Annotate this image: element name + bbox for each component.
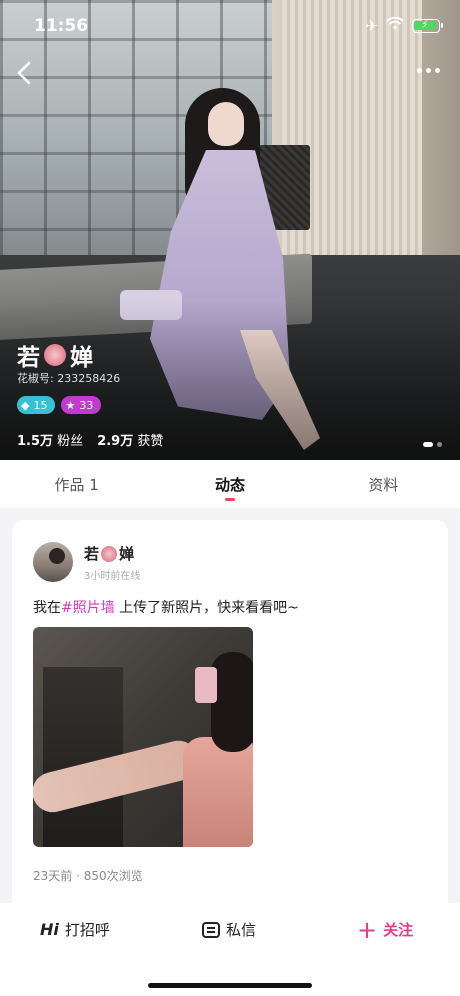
profile-cover-photo[interactable]: 11:56 ✈ ⚡ 若 婵 花椒号: 233258426 ◆ 15 ★ 33 1… — [0, 0, 460, 460]
profile-page: 11:56 ✈ ⚡ 若 婵 花椒号: 233258426 ◆ 15 ★ 33 1… — [0, 0, 460, 996]
post-online-time: 3小时前在线 — [84, 571, 141, 582]
profile-name: 若 婵 — [17, 344, 93, 371]
follow-button[interactable]: + 关注 — [357, 915, 413, 944]
avatar[interactable] — [33, 542, 73, 582]
more-icon[interactable] — [417, 68, 440, 73]
profile-stats: 1.5万 粉丝 2.9万 获赞 — [17, 430, 163, 449]
diamond-icon: ◆ — [21, 398, 30, 412]
flower-emoji-icon — [101, 545, 118, 562]
airplane-icon: ✈ — [365, 17, 378, 35]
post-meta: 23天前 · 850次浏览 — [33, 869, 143, 883]
tab-profile-info[interactable]: 资料 — [307, 460, 460, 508]
diamond-level-badge[interactable]: ◆ 15 — [17, 396, 56, 414]
status-icons: ✈ ⚡ — [365, 16, 443, 35]
tab-moments[interactable]: 动态 — [153, 460, 306, 508]
post-text: 我在#照片墙 上传了新照片，快来看看吧~ — [33, 600, 299, 616]
message-button[interactable]: 私信 — [202, 919, 256, 940]
level-badges: ◆ 15 ★ 33 — [17, 396, 102, 414]
tab-works[interactable]: 作品 1 — [0, 460, 153, 508]
bottom-action-bar: Hi 打招呼 私信 + 关注 — [0, 903, 460, 996]
post-photo[interactable] — [33, 627, 253, 847]
greet-button[interactable]: Hi 打招呼 — [40, 919, 110, 940]
moment-card[interactable]: 若 婵 3小时前在线 我在#照片墙 上传了新照片，快来看看吧~ 23天前 · 8… — [12, 520, 448, 920]
home-indicator[interactable] — [148, 983, 312, 988]
likes-stat[interactable]: 2.9万 获赞 — [97, 430, 163, 449]
hi-icon: Hi — [40, 920, 59, 939]
flower-emoji-icon — [44, 344, 66, 366]
message-icon — [202, 921, 220, 938]
wifi-icon — [386, 16, 404, 35]
status-time: 11:56 — [34, 16, 89, 36]
carousel-indicator — [423, 442, 442, 447]
profile-tabs: 作品 1 动态 资料 — [0, 460, 460, 508]
star-level-badge[interactable]: ★ 33 — [61, 396, 102, 414]
plus-icon: + — [357, 915, 378, 944]
profile-id: 花椒号: 233258426 — [17, 372, 121, 385]
fans-stat[interactable]: 1.5万 粉丝 — [17, 430, 83, 449]
tab-active-indicator — [224, 498, 235, 501]
back-icon[interactable] — [14, 60, 44, 90]
star-icon: ★ — [65, 398, 76, 412]
photo-wall-tag-link[interactable]: #照片墙 — [61, 600, 115, 616]
battery-icon: ⚡ — [412, 18, 443, 33]
post-author-name: 若 婵 — [84, 545, 135, 563]
